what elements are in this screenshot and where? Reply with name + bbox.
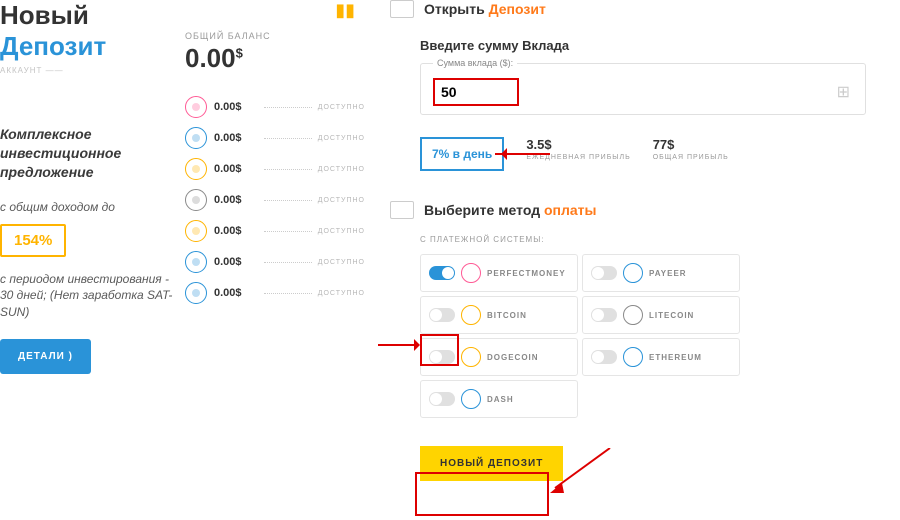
daily-rate-box: 7% в день: [420, 137, 504, 171]
payment-icon: [623, 347, 643, 367]
payment-name: PERFECTMONEY: [487, 269, 566, 278]
payment-icon: [623, 305, 643, 325]
card-icon: [390, 201, 414, 219]
coin-icon: [185, 282, 207, 304]
payment-option-payeer[interactable]: PAYEER: [582, 254, 740, 292]
payment-icon: [623, 263, 643, 283]
account-label: АККАУНТ ——: [0, 66, 180, 75]
enter-amount-label: Введите сумму Вклада: [420, 38, 890, 53]
input-legend: Сумма вклада ($):: [433, 58, 517, 68]
payment-toggle[interactable]: [429, 266, 455, 280]
coin-amount: 0.00$: [214, 225, 258, 237]
coin-icon: [185, 189, 207, 211]
payment-toggle[interactable]: [591, 308, 617, 322]
available-label: ДОСТУПНО: [318, 166, 365, 173]
payment-name: PAYEER: [649, 269, 687, 278]
amount-input[interactable]: [433, 78, 519, 106]
coin-amount: 0.00$: [214, 287, 258, 299]
coin-row: 0.00$ ДОСТУПНО: [185, 189, 365, 211]
payment-icon: [461, 347, 481, 367]
choose-method-header: Выберите метод оплаты: [390, 201, 890, 219]
coin-icon: [185, 96, 207, 118]
balance-icon: ▮▮: [185, 0, 365, 21]
payment-toggle[interactable]: [429, 392, 455, 406]
payment-option-litecoin[interactable]: LITECOIN: [582, 296, 740, 334]
payment-toggle[interactable]: [591, 350, 617, 364]
coin-row: 0.00$ ДОСТУПНО: [185, 127, 365, 149]
calculator-icon[interactable]: ⊞: [837, 82, 850, 102]
coin-amount: 0.00$: [214, 132, 258, 144]
annotation-box-submit: [415, 472, 549, 516]
coin-icon: [185, 220, 207, 242]
available-label: ДОСТУПНО: [318, 135, 365, 142]
payment-name: LITECOIN: [649, 311, 694, 320]
coin-icon: [185, 127, 207, 149]
balance-label: ОБЩИЙ БАЛАНС: [185, 31, 365, 41]
coin-list: 0.00$ДОСТУПНО0.00$ДОСТУПНО0.00$ДОСТУПНО0…: [185, 96, 365, 304]
coin-row: 0.00$ ДОСТУПНО: [185, 158, 365, 180]
payment-option-dash[interactable]: DASH: [420, 380, 578, 418]
payment-name: DOGECOIN: [487, 353, 539, 362]
payment-icon: [461, 389, 481, 409]
payment-toggle[interactable]: [591, 266, 617, 280]
payment-toggle[interactable]: [429, 308, 455, 322]
coin-amount: 0.00$: [214, 194, 258, 206]
offer-text: Комплексное инвестиционное предложение: [0, 125, 180, 182]
payment-option-bitcoin[interactable]: BITCOIN: [420, 296, 578, 334]
payment-name: BITCOIN: [487, 311, 527, 320]
period-text: с периодом инвестирования - 30 дней; (Не…: [0, 271, 180, 321]
coin-row: 0.00$ ДОСТУПНО: [185, 282, 365, 304]
coin-row: 0.00$ ДОСТУПНО: [185, 251, 365, 273]
coin-icon: [185, 158, 207, 180]
payment-system-label: С ПЛАТЕЖНОЙ СИСТЕМЫ:: [420, 235, 890, 244]
open-deposit-header: Открыть Депозит: [390, 0, 890, 18]
available-label: ДОСТУПНО: [318, 197, 365, 204]
coin-amount: 0.00$: [214, 163, 258, 175]
coin-icon: [185, 251, 207, 273]
total-profit: 77$ОБЩАЯ ПРИБЫЛЬ: [653, 137, 729, 171]
payment-grid: PERFECTMONEY PAYEER BITCOIN LITECOIN DOGECOI…: [420, 254, 890, 418]
available-label: ДОСТУПНО: [318, 104, 365, 111]
coin-amount: 0.00$: [214, 101, 258, 113]
payment-option-perfectmoney[interactable]: PERFECTMONEY: [420, 254, 578, 292]
payment-name: ETHEREUM: [649, 353, 702, 362]
income-label: с общим доходом до: [0, 200, 180, 214]
amount-input-box: Сумма вклада ($): ⊞: [420, 63, 866, 115]
percent-box: 154%: [0, 224, 66, 257]
balance-value: 0.00$: [185, 43, 365, 74]
coin-row: 0.00$ ДОСТУПНО: [185, 96, 365, 118]
coin-row: 0.00$ ДОСТУПНО: [185, 220, 365, 242]
annotation-arrow-submit: [550, 448, 620, 498]
payment-icon: [461, 263, 481, 283]
details-button[interactable]: ДЕТАЛИ ): [0, 339, 91, 374]
title-new: Новый: [0, 0, 180, 31]
title-deposit: Депозит: [0, 31, 180, 62]
coin-amount: 0.00$: [214, 256, 258, 268]
payment-name: DASH: [487, 395, 514, 404]
available-label: ДОСТУПНО: [318, 259, 365, 266]
payment-option-ethereum[interactable]: ETHEREUM: [582, 338, 740, 376]
available-label: ДОСТУПНО: [318, 228, 365, 235]
payment-icon: [461, 305, 481, 325]
available-label: ДОСТУПНО: [318, 290, 365, 297]
wallet-icon: [390, 0, 414, 18]
